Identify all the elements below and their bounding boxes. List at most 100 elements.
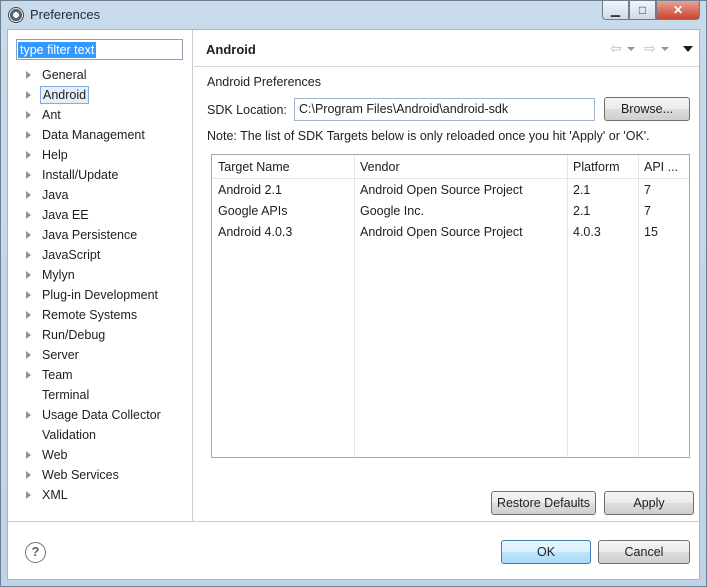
filter-input-selected-text[interactable]: type filter text [18, 42, 97, 58]
tree-item-java[interactable]: Java [8, 185, 192, 205]
tree-item-label: Validation [42, 428, 96, 442]
tree-item-mylyn[interactable]: Mylyn [8, 265, 192, 285]
expand-arrow-icon[interactable] [26, 311, 31, 319]
tree-item-web-services[interactable]: Web Services [8, 465, 192, 485]
tree-item-ant[interactable]: Ant [8, 105, 192, 125]
expand-arrow-icon[interactable] [26, 71, 31, 79]
apply-button[interactable]: Apply [604, 491, 694, 515]
tree-item-run-debug[interactable]: Run/Debug [8, 325, 192, 345]
back-arrow-icon[interactable]: ⇦ [609, 40, 623, 57]
expand-arrow-icon[interactable] [26, 271, 31, 279]
sdk-location-label: SDK Location: [207, 103, 287, 117]
expand-arrow-icon[interactable] [26, 231, 31, 239]
tree-item-label: Usage Data Collector [42, 408, 161, 422]
tree-item-label: Data Management [42, 128, 145, 142]
tree-item-label: Run/Debug [42, 328, 106, 342]
tree-item-server[interactable]: Server [8, 345, 192, 365]
help-icon[interactable]: ? [25, 542, 46, 563]
section-label: Android Preferences [207, 75, 321, 89]
eclipse-app-icon [8, 7, 24, 23]
table-cell: 7 [644, 204, 651, 218]
tree-item-label: General [42, 68, 87, 82]
tree-item-android[interactable]: Android [8, 85, 192, 105]
tree-item-remote-systems[interactable]: Remote Systems [8, 305, 192, 325]
window-title: Preferences [30, 7, 101, 22]
tree-item-java-persistence[interactable]: Java Persistence [8, 225, 192, 245]
tree-item-label: XML [42, 488, 68, 502]
tree-item-label: Java EE [42, 208, 89, 222]
table-cell: Android Open Source Project [360, 225, 523, 239]
table-cell: 15 [644, 225, 658, 239]
table-cell: Android 2.1 [218, 183, 282, 197]
table-cell: Google Inc. [360, 204, 424, 218]
close-window-button[interactable]: ✕ [656, 1, 700, 20]
tree-item-java-ee[interactable]: Java EE [8, 205, 192, 225]
maximize-button[interactable]: □ [629, 1, 656, 20]
tree-item-general[interactable]: General [8, 65, 192, 85]
dialog-client-area: type filter text General Android Ant Data M… [7, 29, 700, 580]
column-header[interactable]: API ... [638, 155, 689, 179]
table-cell: 4.0.3 [573, 225, 601, 239]
title-bar[interactable]: Preferences ▁ □ ✕ [1, 1, 706, 29]
forward-history-dropdown-icon[interactable] [661, 46, 669, 51]
expand-arrow-icon[interactable] [26, 451, 31, 459]
preferences-window: Preferences ▁ □ ✕ type filter text Gener… [0, 0, 707, 587]
expand-arrow-icon[interactable] [26, 251, 31, 259]
restore-defaults-button[interactable]: Restore Defaults [491, 491, 596, 515]
tree-item-label: JavaScript [42, 248, 101, 262]
expand-arrow-icon[interactable] [26, 291, 31, 299]
sdk-location-field[interactable]: C:\Program Files\Android\android-sdk [294, 98, 595, 121]
table-row[interactable]: Android 2.1 Android Open Source Project 2.… [212, 180, 689, 201]
minimize-button[interactable]: ▁ [602, 1, 629, 20]
expand-arrow-icon[interactable] [26, 331, 31, 339]
expand-arrow-icon[interactable] [26, 191, 31, 199]
column-header[interactable]: Vendor [354, 155, 567, 179]
preference-page: Android ⇦ ⇨ Android Preferences SDK Loca… [194, 30, 699, 521]
tree-item-label: Mylyn [42, 268, 75, 282]
page-title: Android [206, 42, 256, 57]
tree-item-plug-in-development[interactable]: Plug-in Development [8, 285, 192, 305]
expand-arrow-icon[interactable] [26, 131, 31, 139]
expand-arrow-icon[interactable] [26, 211, 31, 219]
expand-arrow-icon[interactable] [26, 491, 31, 499]
expand-arrow-icon[interactable] [26, 351, 31, 359]
tree-item-label: Terminal [42, 388, 90, 402]
column-header[interactable]: Target Name [212, 155, 354, 179]
browse-button[interactable]: Browse... [604, 97, 690, 121]
window-controls: ▁ □ ✕ [602, 1, 700, 20]
tree-item-data-management[interactable]: Data Management [8, 125, 192, 145]
expand-arrow-icon[interactable] [26, 91, 31, 99]
table-cell: 7 [644, 183, 651, 197]
tree-item-install-update[interactable]: Install/Update [8, 165, 192, 185]
table-row[interactable]: Google APIs Google Inc. 2.1 7 [212, 201, 689, 222]
tree-item-label: Install/Update [42, 168, 119, 182]
preference-tree: General Android Ant Data Management Help Inst… [8, 65, 192, 505]
tree-item-team[interactable]: Team [8, 365, 192, 385]
expand-arrow-icon[interactable] [26, 371, 31, 379]
back-history-dropdown-icon[interactable] [627, 46, 635, 51]
tree-item-help[interactable]: Help [8, 145, 192, 165]
expand-arrow-icon[interactable] [26, 471, 31, 479]
forward-arrow-icon[interactable]: ⇨ [643, 40, 657, 57]
tree-item-validation[interactable]: Validation [8, 425, 192, 445]
expand-arrow-icon[interactable] [26, 151, 31, 159]
tree-item-label: Ant [42, 108, 61, 122]
tree-item-javascript[interactable]: JavaScript [8, 245, 192, 265]
expand-arrow-icon[interactable] [26, 111, 31, 119]
column-header[interactable]: Platform [567, 155, 638, 179]
tree-item-web[interactable]: Web [8, 445, 192, 465]
sdk-targets-table[interactable]: Target Name Vendor Platform API ... Android … [211, 154, 690, 458]
tree-item-label: Plug-in Development [42, 288, 159, 302]
table-row[interactable]: Android 4.0.3 Android Open Source Project… [212, 222, 689, 243]
tree-item-xml[interactable]: XML [8, 485, 192, 505]
tree-item-terminal[interactable]: Terminal [8, 385, 192, 405]
page-navigation: ⇦ ⇨ [609, 40, 693, 57]
view-menu-icon[interactable] [683, 45, 693, 52]
ok-button[interactable]: OK [501, 540, 591, 564]
cancel-button[interactable]: Cancel [598, 540, 690, 564]
page-header: Android ⇦ ⇨ [194, 30, 699, 67]
tree-item-usage-data-collector[interactable]: Usage Data Collector [8, 405, 192, 425]
expand-arrow-icon[interactable] [26, 171, 31, 179]
expand-arrow-icon[interactable] [26, 411, 31, 419]
sdk-note: Note: The list of SDK Targets below is o… [207, 129, 650, 143]
